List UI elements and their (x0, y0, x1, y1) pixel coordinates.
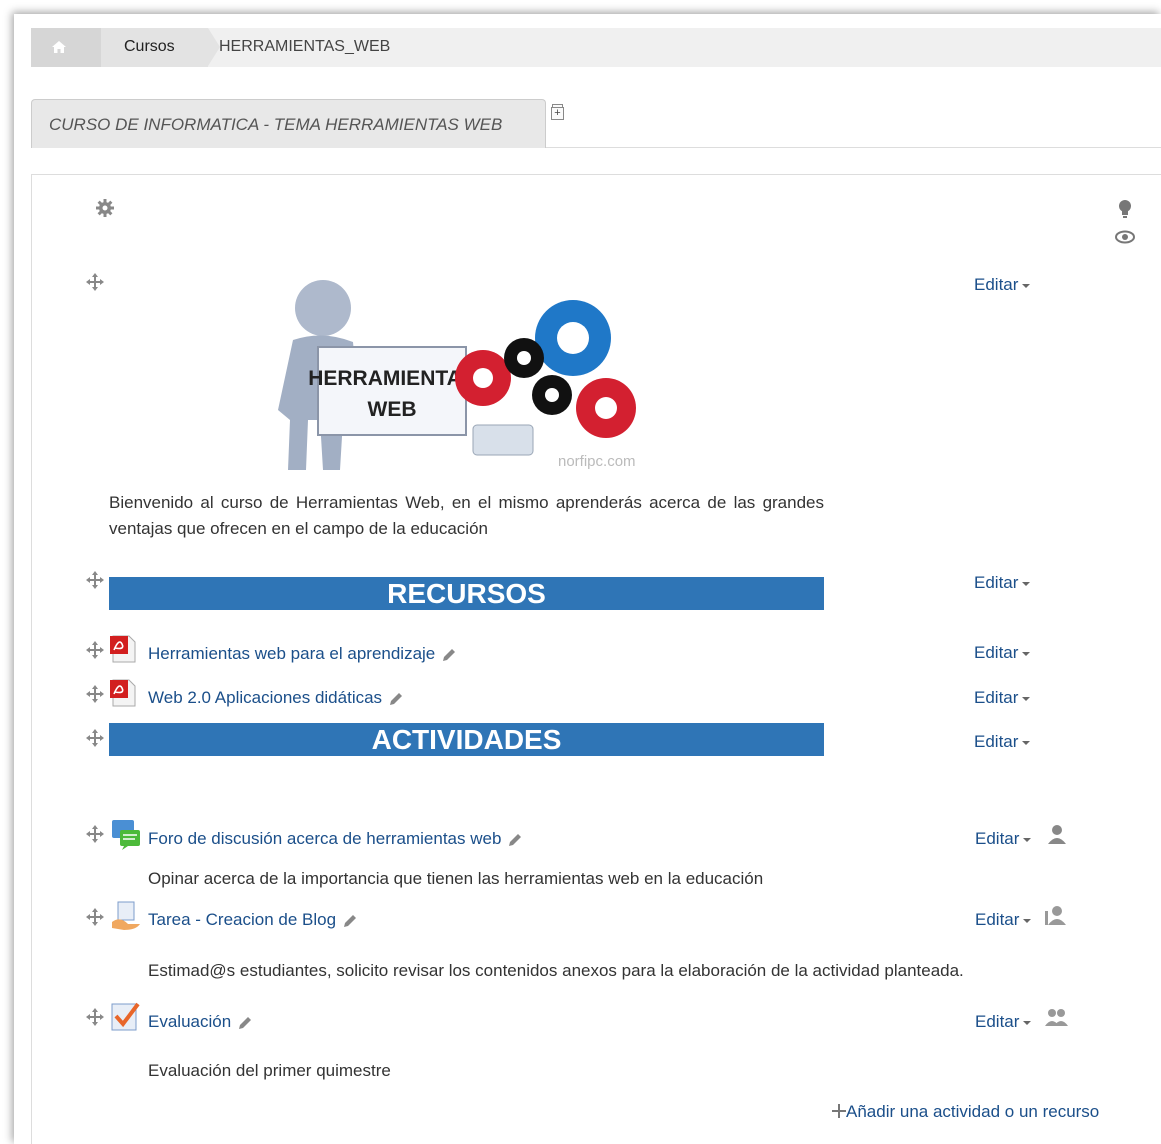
activity-link[interactable]: Tarea - Creacion de Blog (148, 910, 358, 930)
tab-divider (546, 147, 1161, 148)
breadcrumb-home[interactable] (31, 28, 101, 67)
welcome-text: Bienvenido al curso de Herramientas Web,… (109, 493, 824, 538)
edit-menu-button[interactable]: Editar (974, 573, 1031, 593)
sign-line-2: WEB (368, 398, 417, 421)
edit-menu-button[interactable]: Editar (974, 643, 1031, 663)
breadcrumb-cursos[interactable]: Cursos (101, 28, 208, 67)
caret-down-icon (1023, 918, 1032, 923)
activity-description: Estimad@s estudiantes, solicito revisar … (148, 961, 964, 980)
activity-title: Foro de discusión acerca de herramientas… (148, 829, 502, 848)
herramientas-web-image: HERRAMIENTAS WEB norfipc.com (268, 270, 658, 475)
edit-menu-button[interactable]: Editar (975, 1012, 1032, 1032)
edit-label: Editar (975, 910, 1020, 929)
gear-icon[interactable] (95, 198, 115, 218)
breadcrumb-current: HERRAMIENTAS_WEB (219, 38, 391, 55)
recursos-heading: RECURSOS (109, 577, 824, 610)
eye-icon[interactable] (1115, 230, 1135, 244)
quiz-icon (111, 1002, 140, 1031)
caret-down-icon (1022, 740, 1031, 745)
activity-title: Evaluación (148, 1012, 232, 1031)
pencil-icon[interactable] (507, 832, 523, 848)
move-icon[interactable] (85, 728, 105, 748)
move-icon[interactable] (85, 824, 105, 844)
edit-label: Editar (974, 275, 1019, 294)
edit-menu-button[interactable]: Editar (974, 732, 1031, 752)
move-icon[interactable] (85, 1007, 105, 1027)
activity-description: Opinar acerca de la importancia que tien… (148, 869, 764, 888)
forum-icon (112, 820, 140, 850)
add-tab-icon[interactable]: + (551, 104, 564, 120)
edit-label: Editar (974, 643, 1019, 662)
activity-link[interactable]: Foro de discusión acerca de herramientas… (148, 829, 523, 849)
move-icon[interactable] (85, 907, 105, 927)
edit-menu-button[interactable]: Editar (975, 910, 1032, 930)
breadcrumb: Cursos HERRAMIENTAS_WEB (31, 28, 1161, 67)
edit-label: Editar (974, 573, 1019, 592)
pencil-icon[interactable] (388, 691, 404, 707)
caret-down-icon (1023, 1020, 1032, 1025)
edit-menu-button[interactable]: Editar (974, 275, 1031, 295)
tab-course-topic[interactable]: CURSO DE INFORMATICA - TEMA HERRAMIENTAS… (31, 99, 546, 148)
pencil-icon[interactable] (237, 1015, 253, 1031)
caret-down-icon (1023, 837, 1032, 842)
breadcrumb-cursos-label: Cursos (124, 38, 175, 55)
move-icon[interactable] (85, 272, 105, 292)
edit-label: Editar (975, 829, 1020, 848)
activity-description: Evaluación del primer quimestre (148, 1061, 391, 1080)
caret-down-icon (1022, 283, 1031, 288)
resource-title: Web 2.0 Aplicaciones didáticas (148, 688, 383, 707)
caret-down-icon (1022, 581, 1031, 586)
sign-line-1: HERRAMIENTAS (308, 367, 476, 390)
actividades-heading: ACTIVIDADES (109, 723, 824, 756)
lightbulb-icon[interactable] (1117, 199, 1133, 219)
add-activity-link[interactable]: Añadir una actividad o un recurso (832, 1102, 1099, 1122)
add-activity-label: Añadir una actividad o un recurso (846, 1102, 1100, 1121)
home-icon (52, 41, 66, 53)
resource-title: Herramientas web para el aprendizaje (148, 644, 436, 663)
move-icon[interactable] (85, 570, 105, 590)
activity-link[interactable]: Evaluación (148, 1012, 253, 1032)
caret-down-icon (1022, 696, 1031, 701)
resource-link[interactable]: Herramientas web para el aprendizaje (148, 644, 457, 664)
pdf-icon (110, 635, 136, 663)
edit-label: Editar (974, 732, 1019, 751)
move-icon[interactable] (85, 640, 105, 660)
activity-title: Tarea - Creacion de Blog (148, 910, 337, 929)
resource-link[interactable]: Web 2.0 Aplicaciones didáticas (148, 688, 404, 708)
assignment-icon (112, 901, 140, 930)
tab-label: CURSO DE INFORMATICA - TEMA HERRAMIENTAS… (49, 115, 503, 134)
visible-groups-icon[interactable] (1044, 1008, 1070, 1028)
edit-menu-button[interactable]: Editar (975, 829, 1032, 849)
edit-label: Editar (975, 1012, 1020, 1031)
pdf-icon (110, 679, 136, 707)
edit-menu-button[interactable]: Editar (974, 688, 1031, 708)
move-icon[interactable] (85, 684, 105, 704)
image-watermark: norfipc.com (558, 453, 636, 470)
plus-icon (832, 1104, 846, 1118)
edit-label: Editar (974, 688, 1019, 707)
no-groups-icon[interactable] (1046, 824, 1068, 846)
pencil-icon[interactable] (342, 913, 358, 929)
caret-down-icon (1022, 651, 1031, 656)
separate-groups-icon[interactable] (1044, 905, 1070, 927)
pencil-icon[interactable] (441, 647, 457, 663)
